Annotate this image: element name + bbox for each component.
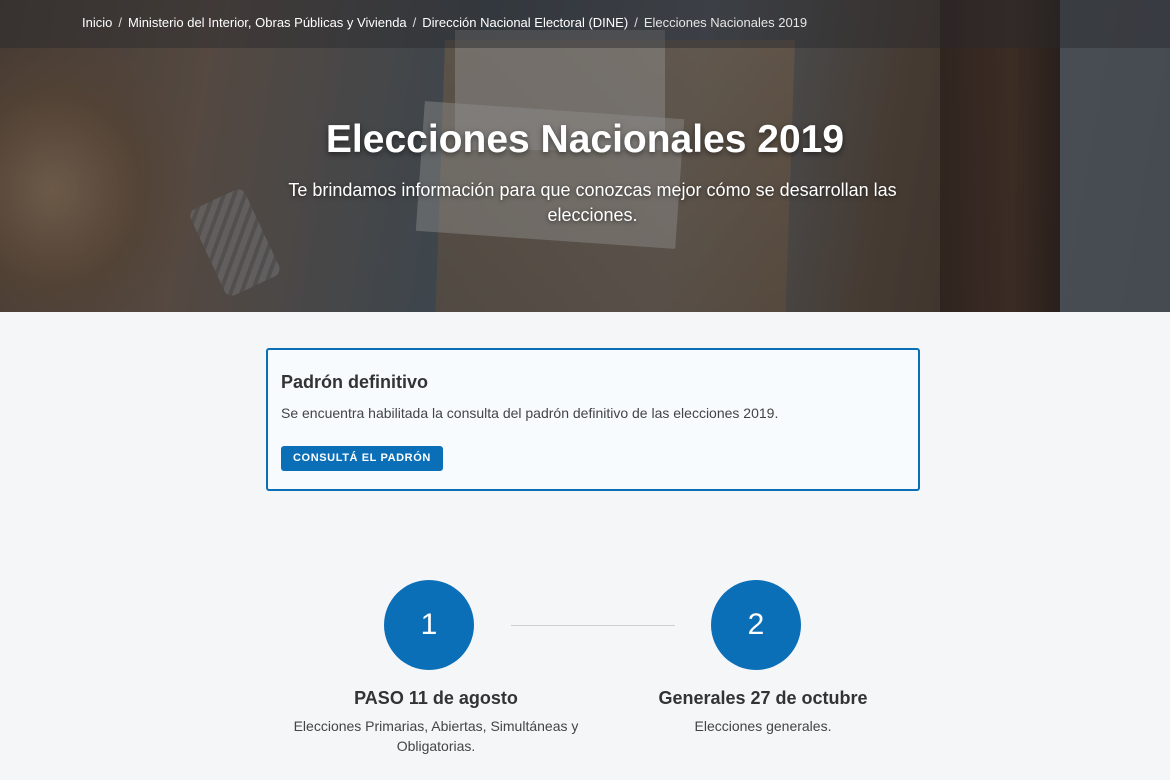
breadcrumb-separator: / xyxy=(634,15,638,30)
card-text: Se encuentra habilitada la consulta del … xyxy=(281,405,779,421)
page-title: Elecciones Nacionales 2019 xyxy=(325,118,845,161)
step-1-title: PASO 11 de agosto xyxy=(354,688,518,708)
breadcrumb-separator: / xyxy=(118,15,122,30)
breadcrumb-separator: / xyxy=(412,15,417,30)
step-1-circle: 1 xyxy=(384,580,474,670)
breadcrumb-link-inicio[interactable]: Inicio xyxy=(82,15,112,30)
steps-connector-line xyxy=(511,625,675,626)
step-2-circle: 2 xyxy=(711,580,801,670)
step-2-description: Elecciones generales. xyxy=(694,718,832,734)
breadcrumb-current: Elecciones Nacionales 2019 xyxy=(643,15,808,30)
breadcrumb-bar: Inicio / Ministerio del Interior, Obras Pú… xyxy=(0,0,1170,48)
padron-card: Padrón definitivo Se encuentra habilitad… xyxy=(266,348,920,491)
breadcrumb: Inicio / Ministerio del Interior, Obras Pú… xyxy=(82,15,807,30)
breadcrumb-link-ministerio[interactable]: Ministerio del Interior, Obras Públicas … xyxy=(128,15,407,30)
step-2-title: Generales 27 de octubre xyxy=(658,688,868,708)
card-title: Padrón definitivo xyxy=(281,372,429,392)
page-subtitle: Te brindamos información para que conozc… xyxy=(288,180,897,225)
step-1-description: Elecciones Primarias, Abiertas, Simultán… xyxy=(293,718,579,754)
breadcrumb-link-dine[interactable]: Dirección Nacional Electoral (DINE) xyxy=(422,15,628,30)
hero-banner: Inicio / Ministerio del Interior, Obras Pú… xyxy=(0,0,1170,312)
consultar-padron-button[interactable]: CONSULTÁ EL PADRÓN xyxy=(281,446,443,471)
